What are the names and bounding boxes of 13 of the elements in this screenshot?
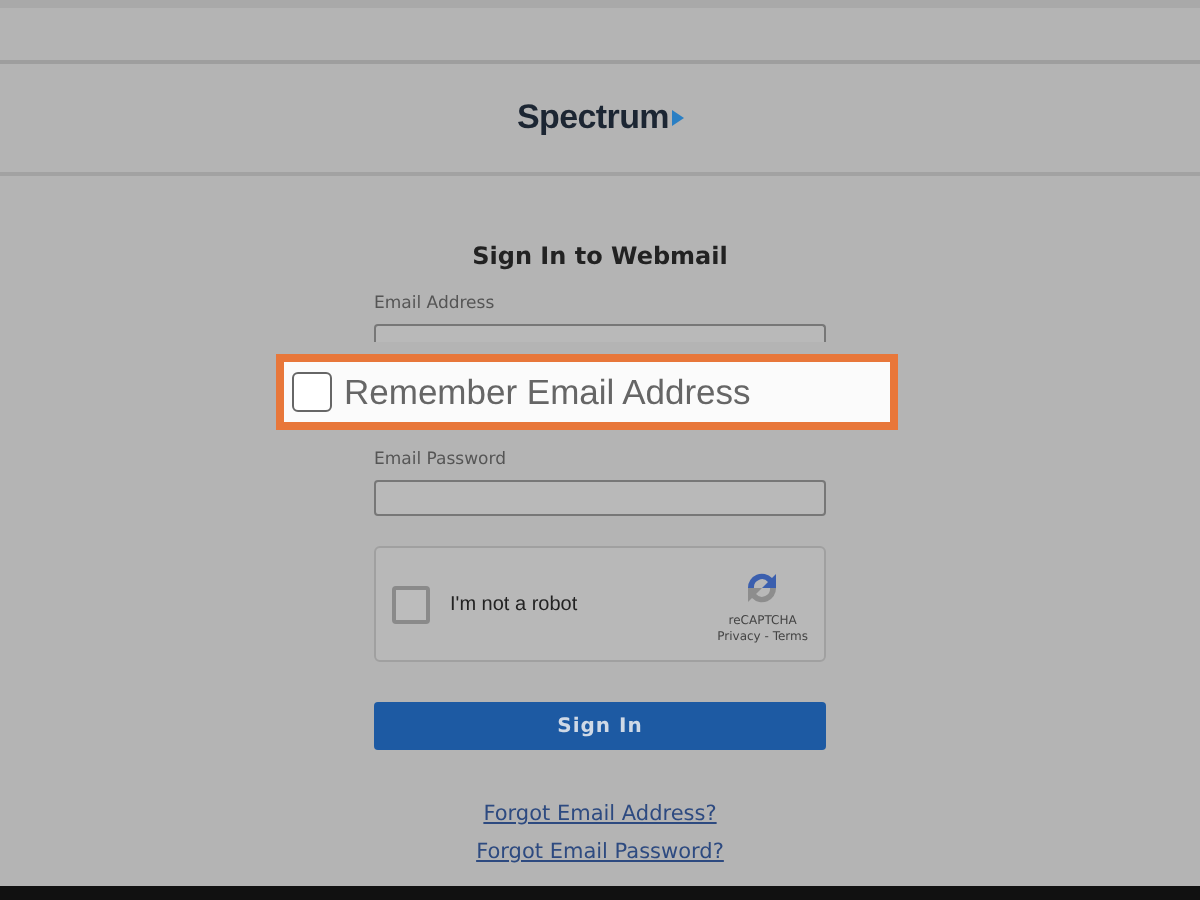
forgot-link[interactable]: Forgot Email Password? xyxy=(476,840,724,864)
field-label: Email Password xyxy=(374,450,508,470)
remember-label: Remember Email Address xyxy=(344,371,751,413)
captcha-label: I'm not a robot xyxy=(450,593,580,615)
field-label: Email Address xyxy=(374,294,497,314)
logo: Spectrum xyxy=(516,98,683,138)
form-title: Sign In to Webmail xyxy=(470,242,730,270)
captcha-checkbox[interactable] xyxy=(392,585,430,623)
sign-in-button[interactable]: Sign In xyxy=(374,702,826,750)
remember-checkbox[interactable] xyxy=(292,372,332,412)
forgot-link[interactable]: Forgot Email Address? xyxy=(483,802,717,826)
input-field[interactable] xyxy=(374,480,826,516)
input-field[interactable] xyxy=(374,324,826,342)
